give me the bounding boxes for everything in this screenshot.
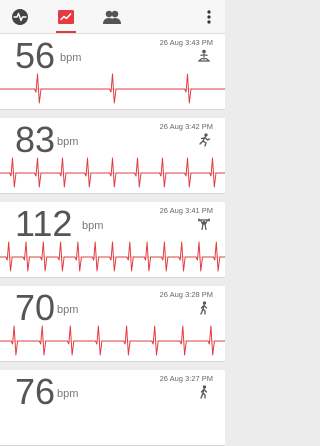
ecg-trace [0,325,225,356]
pulse-icon [12,8,28,25]
ecg-trace [0,73,225,104]
timestamp: 26 Aug 3:41 PM [159,206,213,215]
meditate-icon [197,49,211,62]
bpm-value: 70 [15,287,56,328]
timestamp: 26 Aug 3:43 PM [159,38,213,47]
measurement-card[interactable]: 56 bpm 26 Aug 3:43 PM [0,34,225,110]
tab-history[interactable] [46,0,86,33]
measurement-card[interactable]: 76 bpm 26 Aug 3:27 PM [0,370,225,446]
top-toolbar [0,0,225,34]
measurement-card[interactable]: 112 bpm 26 Aug 3:41 PM [0,202,225,278]
run-icon [199,133,211,147]
bpm-value: 76 [15,371,56,412]
bpm-unit: bpm [82,220,104,232]
bpm-unit: bpm [60,52,82,64]
weightlift-icon [198,218,210,231]
ecg-trace [0,241,225,272]
bpm-unit: bpm [57,136,79,148]
bpm-unit: bpm [57,304,79,316]
bpm-value: 112 [15,203,73,244]
measurement-card[interactable]: 83 bpm 26 Aug 3:42 PM [0,118,225,194]
ecg-trace [0,157,225,188]
bpm-value: 56 [15,35,56,76]
timestamp: 26 Aug 3:42 PM [159,122,213,131]
timestamp: 26 Aug 3:27 PM [159,374,213,383]
timestamp: 26 Aug 3:28 PM [159,290,213,299]
walk-icon [200,301,208,315]
walk-icon [200,385,208,399]
chart-icon [58,9,74,24]
bpm-unit: bpm [57,388,79,400]
bpm-value: 83 [15,119,56,160]
overflow-menu-icon [207,9,211,24]
tab-friends[interactable] [92,0,132,33]
measurement-card[interactable]: 70 bpm 26 Aug 3:28 PM [0,286,225,362]
people-icon [103,10,121,24]
tab-heartbeat[interactable] [0,0,40,33]
overflow-menu-button[interactable] [201,0,217,33]
